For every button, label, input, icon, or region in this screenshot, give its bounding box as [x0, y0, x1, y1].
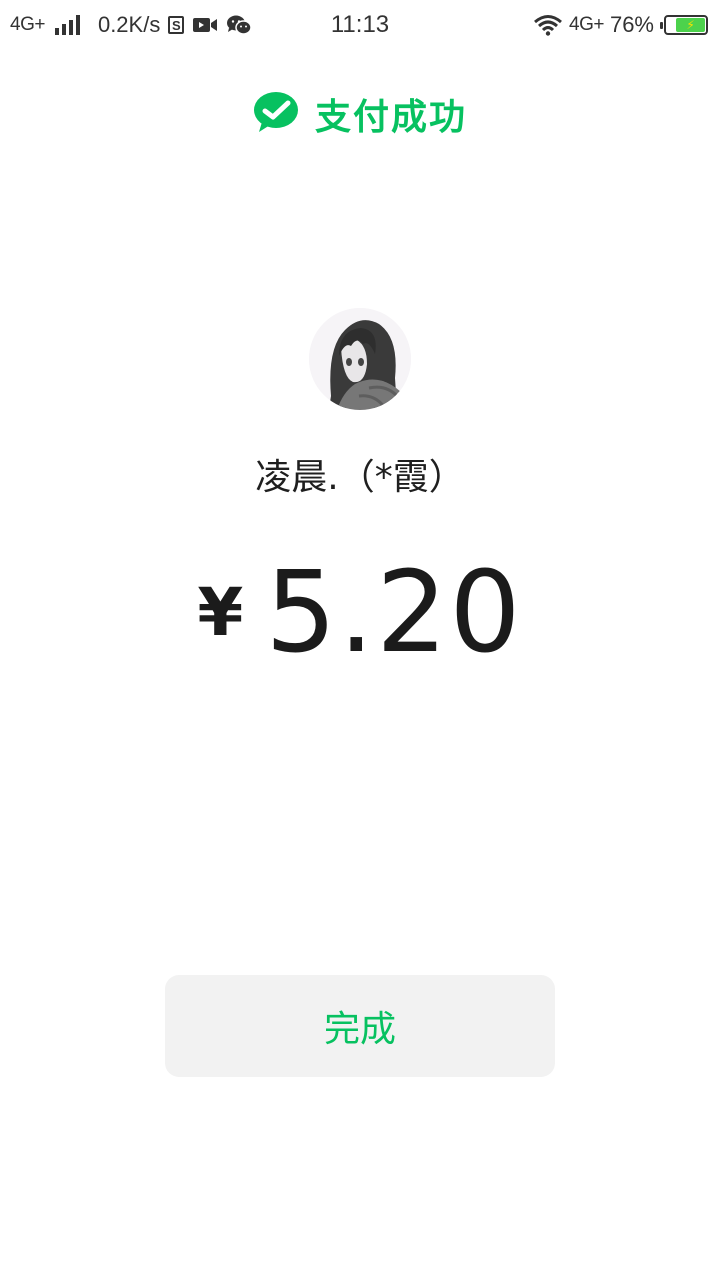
network-type-right: 4G+: [569, 14, 604, 35]
wifi-icon: [533, 14, 563, 36]
status-left: 4G+ 0.2K/s S: [10, 0, 253, 50]
avatar: [309, 308, 411, 410]
battery-percent: 76%: [609, 12, 654, 37]
signal-icon: [54, 15, 80, 35]
video-icon: [192, 15, 218, 35]
s-app-icon: S: [168, 16, 185, 34]
wechat-icon: [226, 14, 253, 36]
status-right: 4G+ 76% ⚡: [533, 0, 708, 50]
network-type-left: 4G+: [10, 14, 45, 35]
payment-amount: ¥ 5.20: [0, 548, 720, 678]
check-circle-icon: [253, 91, 299, 138]
battery-icon: ⚡: [660, 15, 708, 35]
payment-success-header: 支付成功: [0, 82, 720, 146]
currency-symbol: ¥: [197, 574, 244, 651]
status-bar: 4G+ 0.2K/s S 11:13 4G+ 76% ⚡: [0, 0, 720, 50]
amount-value: 5.20: [265, 548, 523, 678]
payee-name: 凌晨.（*霞）: [255, 457, 465, 498]
network-speed: 0.2K/s: [97, 12, 161, 37]
battery-fill: ⚡: [676, 18, 705, 32]
done-button[interactable]: 完成: [165, 975, 555, 1077]
page-title: 支付成功: [314, 97, 467, 138]
